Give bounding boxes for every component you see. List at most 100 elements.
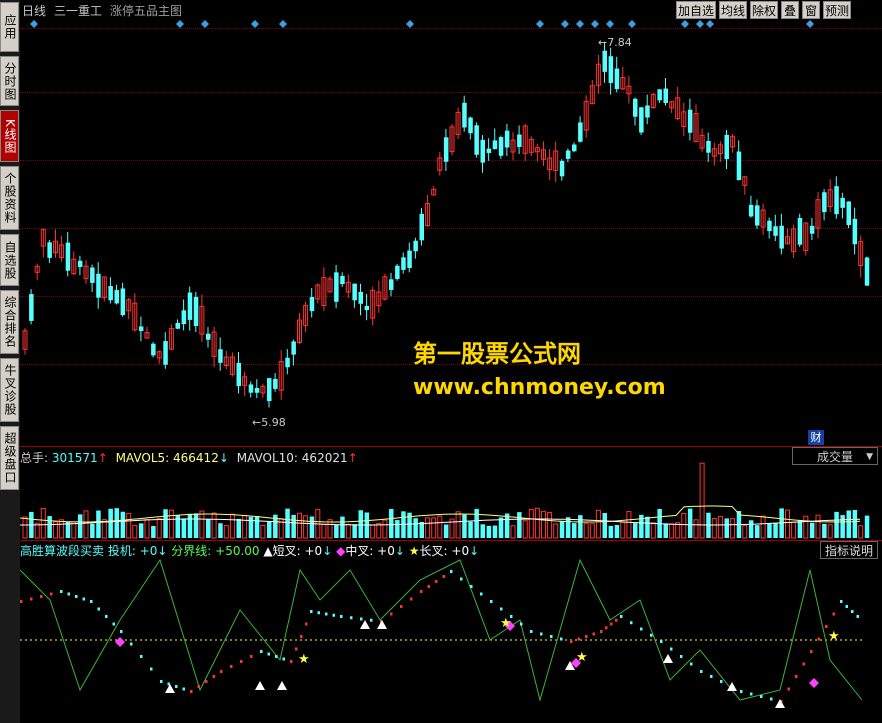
long-cross-marker: ★ — [500, 616, 512, 631]
volume-bar — [827, 524, 833, 539]
volume-bar — [797, 520, 803, 538]
volume-bar — [699, 462, 705, 539]
volume-bar — [614, 524, 620, 538]
volume-total-label: 总手: — [20, 451, 49, 465]
signal-dot — [212, 675, 215, 678]
candle-body — [395, 265, 400, 279]
signal-diamond — [576, 20, 584, 28]
candle-body — [614, 68, 620, 90]
volume-bar — [633, 523, 638, 538]
candle-body — [114, 290, 119, 304]
signal-dot — [650, 633, 653, 637]
tab-super-quote[interactable]: 超级盘口 — [0, 426, 19, 490]
candle-body — [389, 279, 394, 290]
signal-diamond — [706, 20, 714, 28]
tab-kline[interactable]: K线图 — [0, 110, 19, 162]
candle-body — [206, 333, 211, 340]
candle-body — [96, 273, 101, 298]
triangle-icon: ▲ — [263, 544, 273, 558]
signal-dot — [480, 592, 483, 596]
volume-bar — [602, 513, 607, 538]
signal-dot — [205, 680, 208, 683]
sidebar: 应用 分时图 K线图 个股资料 自选股 综合排名 牛叉诊股 超级盘口 — [0, 0, 20, 723]
candle-body — [687, 109, 693, 133]
candle-body — [413, 240, 418, 252]
candle-body — [254, 388, 260, 393]
volume-bar — [724, 518, 729, 538]
signal-diamond — [696, 20, 704, 28]
tab-diagnosis[interactable]: 牛叉诊股 — [0, 358, 19, 422]
volume-bar — [168, 509, 174, 539]
signal-diamond — [536, 20, 544, 28]
tab-apply[interactable]: 应用 — [0, 2, 19, 52]
indicator-title[interactable]: 高胜算波段买卖 — [20, 544, 104, 558]
long-cross-marker: ★ — [298, 652, 310, 667]
candle-body — [706, 140, 711, 153]
volume-bar — [22, 516, 28, 539]
volume-bar — [151, 525, 156, 538]
signal-dot — [295, 647, 298, 651]
signal-dot — [267, 652, 270, 656]
boundary-value: 分界线: +50.00 — [171, 544, 260, 558]
tab-ranking[interactable]: 综合排名 — [0, 290, 19, 354]
long-cross-value: 长叉: +0 — [419, 544, 470, 558]
volume-bar — [163, 509, 168, 538]
volume-bar — [748, 520, 754, 538]
mavol10-line — [20, 518, 861, 526]
candle-body — [138, 326, 144, 331]
signal-dot — [670, 647, 673, 651]
signal-dot — [520, 622, 523, 626]
signal-dot — [400, 605, 403, 608]
indicator-help-button[interactable]: 指标说明 — [820, 541, 878, 559]
candle-body — [468, 117, 473, 134]
signal-dot — [390, 612, 393, 616]
volume-bar — [419, 521, 424, 538]
finance-badge[interactable]: 财 — [808, 430, 824, 445]
tab-stock-info[interactable]: 个股资料 — [0, 166, 19, 230]
signal-dot — [435, 580, 438, 583]
volume-selector[interactable]: 成交量 ▼ — [792, 447, 878, 465]
signal-dot — [220, 670, 223, 673]
volume-bar — [504, 513, 510, 538]
signal-dot — [585, 635, 588, 638]
signal-dot — [275, 655, 278, 658]
volume-bar — [669, 523, 675, 539]
volume-bar — [498, 517, 504, 538]
volume-bar — [767, 523, 772, 538]
chevron-down-icon: ▼ — [866, 452, 873, 462]
signal-dot — [500, 607, 503, 611]
watermark-url: www.chnmoney.com — [413, 375, 666, 400]
volume-bar — [474, 508, 479, 538]
volume-bar — [229, 513, 235, 539]
signal-dot — [760, 695, 763, 698]
volume-bar — [437, 515, 443, 539]
signal-dot — [240, 660, 243, 663]
volume-bar — [114, 508, 119, 538]
signal-dot — [20, 600, 23, 603]
volume-bar — [297, 512, 302, 539]
volume-bar — [583, 522, 589, 539]
signal-dot — [250, 655, 253, 658]
candle-body — [840, 197, 845, 208]
volume-bar — [321, 523, 327, 539]
volume-bar — [71, 521, 77, 539]
signal-dot — [360, 617, 363, 621]
candle-body — [645, 105, 650, 118]
candle-body — [47, 242, 52, 258]
volume-bar — [663, 523, 668, 538]
candle-body — [773, 226, 778, 236]
mavol5-value: 466412 — [173, 451, 219, 465]
signal-diamond — [591, 20, 599, 28]
signal-dot — [605, 626, 608, 630]
tab-watchlist[interactable]: 自选股 — [0, 234, 19, 286]
signal-dot — [460, 577, 463, 581]
volume-bar — [572, 523, 577, 538]
candle-body — [181, 310, 187, 325]
volume-bar — [809, 522, 815, 538]
tab-intraday[interactable]: 分时图 — [0, 56, 19, 106]
signal-dot — [550, 635, 553, 638]
signal-dot — [230, 665, 233, 668]
signal-dot — [282, 657, 285, 661]
volume-bar — [565, 517, 571, 538]
signal-dot — [370, 618, 373, 622]
